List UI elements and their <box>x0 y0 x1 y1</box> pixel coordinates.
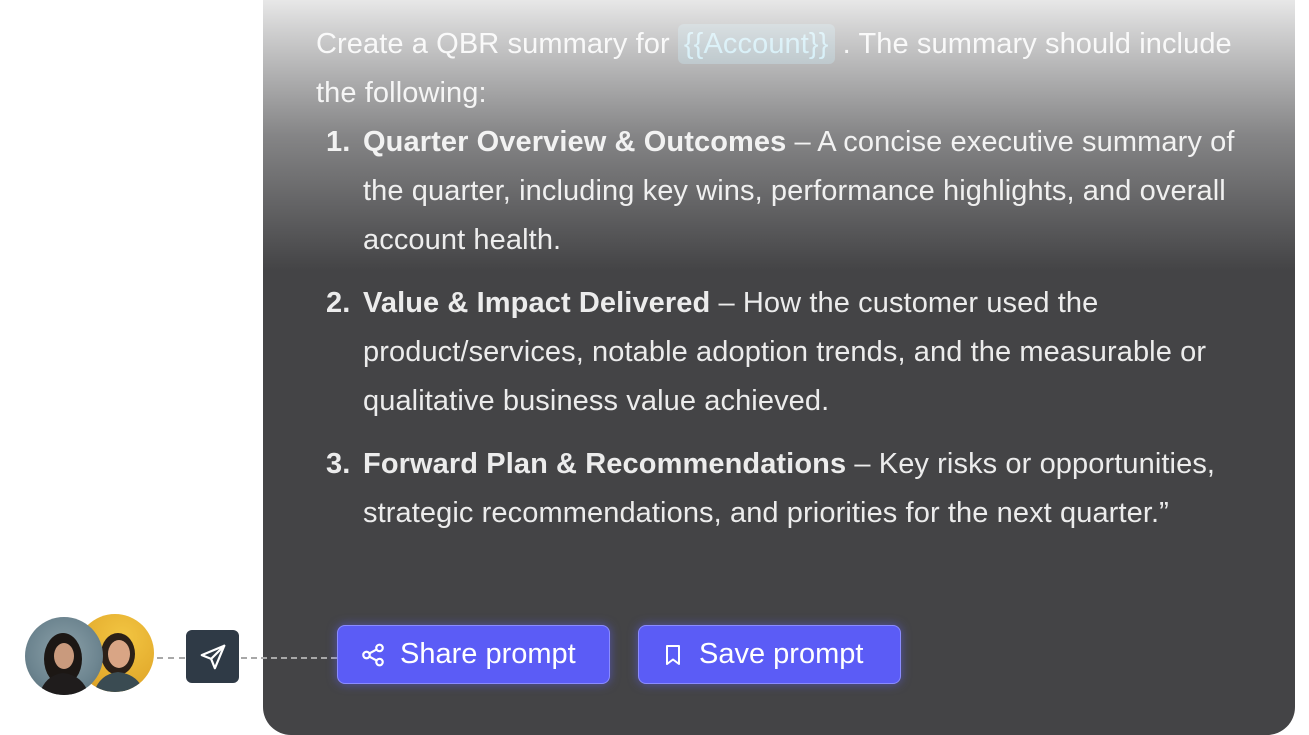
save-prompt-button[interactable]: Save prompt <box>638 625 901 684</box>
list-item: 1. Quarter Overview & Outcomes – A concis… <box>316 118 1236 265</box>
prompt-intro: Create a QBR summary for {{Account}} . T… <box>316 20 1236 118</box>
item-title: Quarter Overview & Outcomes <box>363 126 787 158</box>
bookmark-icon <box>666 644 680 665</box>
intro-text: Create a QBR summary for <box>316 28 678 60</box>
save-prompt-label: Save prompt <box>699 638 864 670</box>
prompt-stage: Create a QBR summary for {{Account}} . T… <box>0 0 1309 735</box>
avatar-portrait-icon <box>39 633 89 695</box>
list-item: 3. Forward Plan & Recommendations – Key r… <box>316 440 1236 538</box>
dashed-connector <box>157 657 185 659</box>
item-title: Value & Impact Delivered <box>363 287 711 319</box>
item-number: 3. <box>326 448 351 480</box>
item-title: Forward Plan & Recommendations <box>363 448 847 480</box>
account-variable-chip[interactable]: {{Account}} <box>677 24 835 64</box>
paper-plane-icon <box>200 644 225 669</box>
prompt-list: 1. Quarter Overview & Outcomes – A concis… <box>316 118 1236 538</box>
share-icon <box>362 643 384 666</box>
list-item: 2. Value & Impact Delivered – How the cus… <box>316 279 1236 426</box>
item-number: 2. <box>326 287 351 319</box>
avatar <box>25 617 103 695</box>
dashed-connector <box>241 657 337 659</box>
send-button[interactable] <box>186 630 239 683</box>
share-prompt-button[interactable]: Share prompt <box>337 625 610 684</box>
share-prompt-label: Share prompt <box>400 638 576 670</box>
prompt-body: Create a QBR summary for {{Account}} . T… <box>316 20 1236 552</box>
item-number: 1. <box>326 126 351 158</box>
